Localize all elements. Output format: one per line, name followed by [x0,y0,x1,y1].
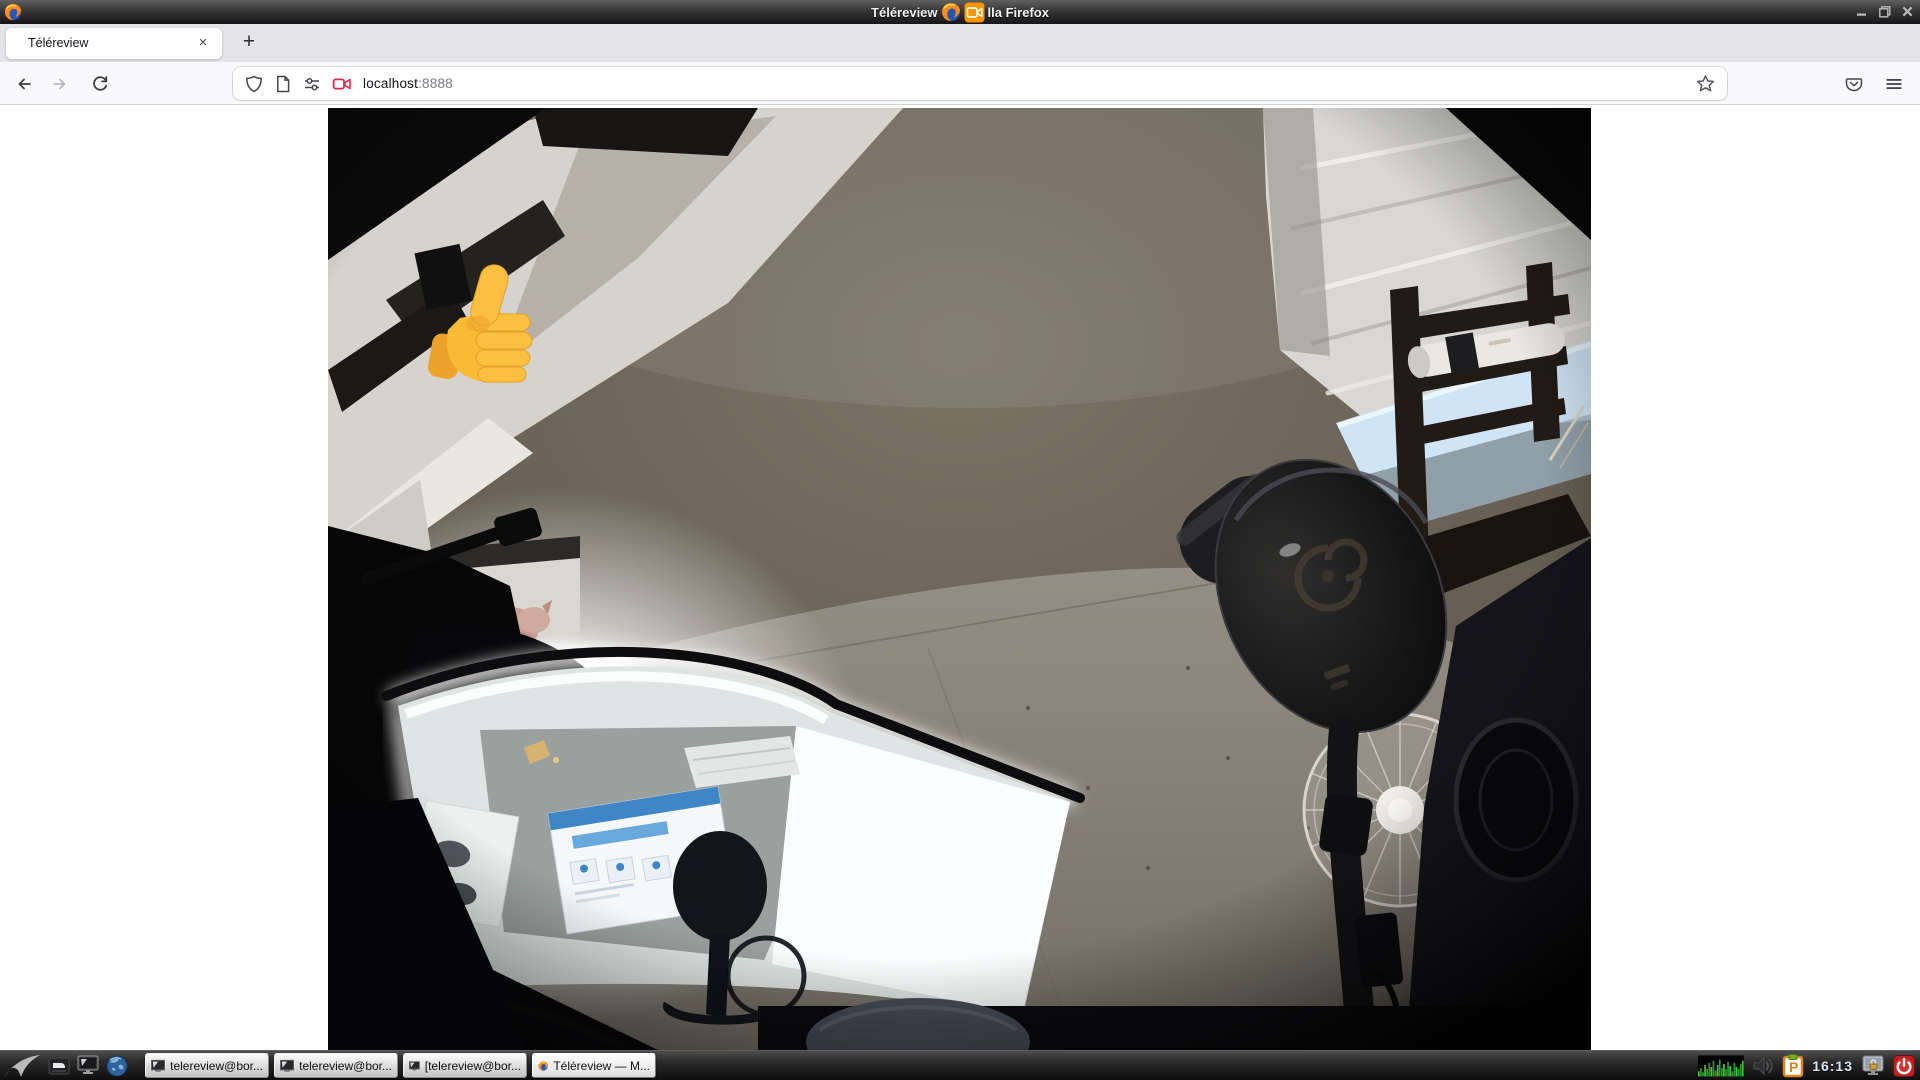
window-title-right: lla Firefox [988,5,1049,20]
globe-browser-icon[interactable] [104,1053,130,1079]
forward-button[interactable] [44,68,76,100]
clipboard-manager-icon[interactable]: P [1782,1054,1804,1078]
minimize-button[interactable] [1855,5,1868,18]
camera-sharing-badge-icon [964,2,985,23]
window-title: Téléreview lla Firefox [0,0,1920,24]
desktop: Téléreview lla Firefox [0,0,1920,1080]
url-bar[interactable]: localhost:8888 [233,67,1727,100]
terminal-window-icon [409,1059,420,1073]
menu-button[interactable] [1878,68,1910,100]
terminal-window-icon [151,1059,165,1073]
clock: 16:13 [1812,1058,1853,1074]
taskbar-window-button[interactable]: [telereview@bor... [403,1053,527,1078]
tab-close-button[interactable]: × [193,33,213,53]
shield-icon[interactable] [245,75,263,93]
tab-bar: Téléreview × + [0,24,1920,62]
url-text: localhost:8888 [363,76,453,91]
taskbar-window-button[interactable]: telereview@bor... [145,1053,269,1078]
cpu-graph[interactable] [1698,1055,1744,1077]
window-titlebar[interactable]: Téléreview lla Firefox [0,0,1920,24]
lock-screen-icon[interactable] [1861,1055,1885,1077]
close-icon[interactable] [1901,5,1914,18]
webcam-image [328,108,1591,1050]
bookmark-star-icon[interactable] [1696,74,1715,93]
pocket-button[interactable] [1838,68,1870,100]
nav-toolbar: localhost:8888 [0,62,1920,105]
tab-label: Téléreview [28,36,88,50]
reload-button[interactable] [84,68,116,100]
new-tab-button[interactable]: + [234,28,264,58]
page-info-icon[interactable] [274,75,292,93]
camera-sharing-icon[interactable] [332,74,352,94]
taskbar-window-button[interactable]: telereview@bor... [274,1053,398,1078]
power-icon[interactable] [1893,1055,1915,1077]
volume-icon[interactable] [1752,1056,1774,1076]
firefox-icon [538,1058,548,1074]
window-title-left: Téléreview [871,5,938,20]
back-button[interactable] [8,68,40,100]
tab-telereview[interactable]: Téléreview × [6,28,222,59]
start-menu-icon[interactable] [3,1053,43,1079]
file-cabinet-icon[interactable] [46,1053,72,1079]
page-content [0,106,1920,1050]
terminal-window-icon [280,1059,294,1073]
taskbar-window-button-firefox[interactable]: Téléreview — M... [532,1053,656,1078]
svg-text:P: P [1789,1059,1798,1075]
taskbar: telereview@bor... telereview@bor... [tel… [0,1050,1920,1080]
permissions-icon[interactable] [303,75,321,93]
maximize-button[interactable] [1878,5,1891,18]
display-launcher-icon[interactable] [75,1053,101,1079]
firefox-icon [941,2,961,22]
